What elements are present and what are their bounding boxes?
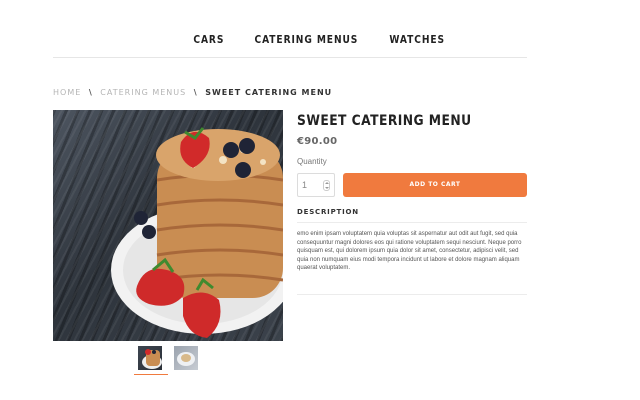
nav-divider [53,57,527,58]
quantity-label: Quantity [297,157,327,166]
description-divider-bottom [297,294,527,295]
quantity-value[interactable]: 1 [302,180,307,190]
description-divider-top [297,222,527,223]
main-nav: CARS CATERING MENUS WATCHES [0,30,640,46]
breadcrumb-category[interactable]: CATERING MENUS [100,88,186,97]
quantity-spinner-icon[interactable] [323,180,330,191]
thumbnail-active-indicator [134,374,168,375]
nav-item-cars[interactable]: CARS [193,33,224,46]
pancake-stack-illustration [111,127,283,338]
breadcrumb-current: SWEET CATERING MENU [205,88,333,97]
product-title: SWEET CATERING MENU [297,113,472,129]
breadcrumb-separator: \ [88,88,93,97]
thumbnail-pancake[interactable] [138,346,162,370]
breadcrumb-home[interactable]: HOME [53,88,81,97]
breadcrumb: HOME \ CATERING MENUS \ SWEET CATERING M… [53,88,332,97]
pancake-thumbnail-icon [142,349,162,369]
plate-thumbnail-icon [177,352,195,366]
product-price: €90.00 [297,136,338,147]
product-description: emo enim ipsam voluptatem quia voluptas … [297,231,522,271]
nav-item-watches[interactable]: WATCHES [390,33,446,46]
breadcrumb-separator: \ [193,88,198,97]
quantity-stepper[interactable]: 1 [297,173,335,197]
description-heading: DESCRIPTION [297,208,359,216]
thumbnail-plate[interactable] [174,346,198,370]
nav-item-catering-menus[interactable]: CATERING MENUS [255,33,359,46]
product-image[interactable]: › [53,110,283,341]
add-to-cart-button[interactable]: ADD TO CART [343,173,527,197]
